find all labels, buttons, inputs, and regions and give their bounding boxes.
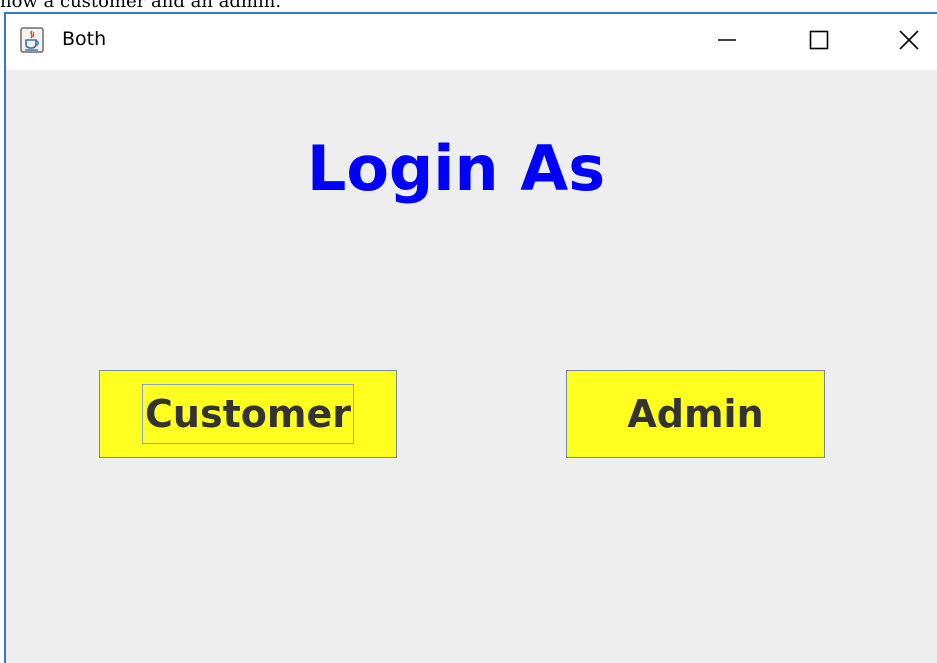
page: how a customer and an admin. Both Login … [0, 0, 937, 663]
close-icon [898, 29, 920, 55]
close-button[interactable] [863, 14, 937, 70]
minimize-button[interactable] [681, 14, 773, 70]
maximize-button[interactable] [773, 14, 865, 70]
java-coffee-cup-icon [20, 27, 44, 53]
admin-button-label: Admin [627, 392, 764, 436]
login-as-heading: Login As [306, 132, 606, 205]
minimize-icon [716, 29, 738, 55]
customer-button-label: Customer [142, 384, 354, 444]
background-caption-text: how a customer and an admin. [0, 0, 282, 12]
customer-login-button[interactable]: Customer [99, 370, 397, 458]
app-window: Both Login As Customer Admin [4, 12, 937, 663]
window-title: Both [62, 28, 107, 50]
admin-login-button[interactable]: Admin [566, 370, 825, 458]
title-bar[interactable]: Both [6, 14, 937, 70]
window-content: Login As Customer Admin [6, 70, 937, 663]
maximize-icon [808, 29, 830, 55]
